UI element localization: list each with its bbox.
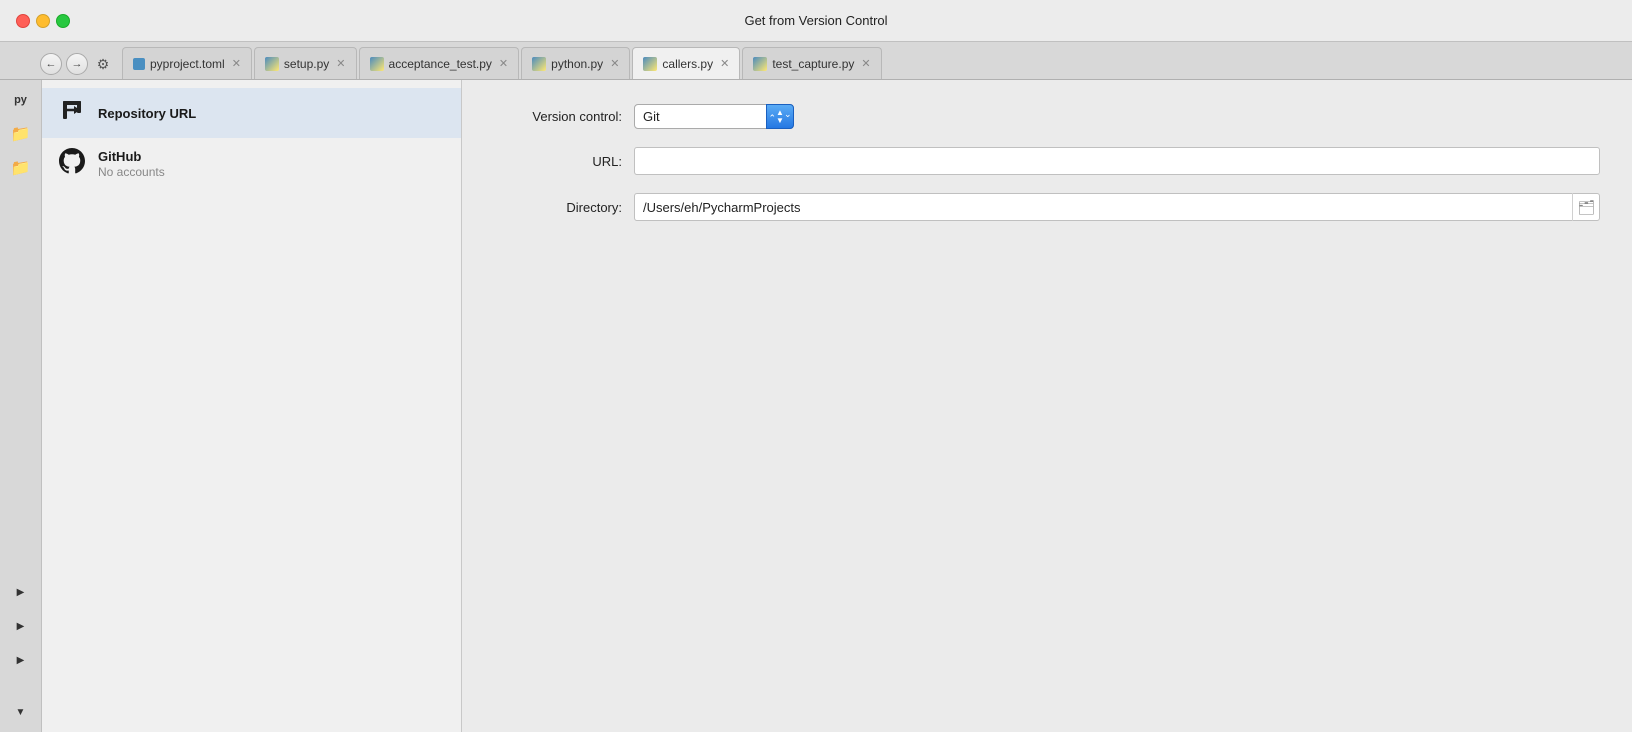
sidebar-item-text-github: GitHub No accounts	[98, 149, 165, 179]
maximize-button[interactable]	[56, 14, 70, 28]
forward-button[interactable]: →	[66, 53, 88, 75]
collapse-arrow[interactable]: ▼	[5, 696, 37, 728]
directory-input[interactable]	[634, 193, 1600, 221]
tab-icon-setup	[265, 57, 279, 71]
sidebar-item-text-repository-url: Repository URL	[98, 106, 196, 121]
tab-close-callers[interactable]: ✕	[720, 57, 729, 70]
sidebar: Repository URL GitHub No accounts	[42, 80, 462, 732]
tab-icon-test-capture	[753, 57, 767, 71]
tab-close-test-capture[interactable]: ✕	[861, 57, 870, 70]
tab-label-acceptance-test: acceptance_test.py	[389, 57, 492, 71]
select-arrows: ▲ ▼	[776, 109, 784, 125]
tab-label-callers: callers.py	[662, 57, 713, 71]
select-arrow-btn[interactable]: ▲ ▼	[766, 104, 794, 129]
tab-icon-callers	[643, 57, 657, 71]
sidebar-item-github[interactable]: GitHub No accounts	[42, 138, 461, 190]
sidebar-item-title-repository-url: Repository URL	[98, 106, 196, 121]
repo-icon	[58, 98, 86, 128]
folder-glyph-1: 📁	[11, 124, 31, 144]
url-row: URL:	[494, 147, 1600, 175]
tab-close-setup[interactable]: ✕	[336, 57, 345, 70]
tab-python[interactable]: python.py ✕	[521, 47, 630, 79]
settings-icon[interactable]: ⚙	[92, 53, 114, 75]
sidebar-item-repository-url[interactable]: Repository URL	[42, 88, 461, 138]
right-arrow-2: ▶	[17, 621, 25, 632]
main-panel: Version control: Git ▲ ▼ URL:	[462, 80, 1632, 732]
directory-row: Directory: 🗂	[494, 193, 1600, 221]
tabs-bar: ← → ⚙ pyproject.toml ✕ setup.py ✕ accept…	[0, 42, 1632, 80]
traffic-lights	[0, 14, 70, 28]
forward-icon: →	[72, 58, 83, 70]
tab-test-capture[interactable]: test_capture.py ✕	[742, 47, 881, 79]
right-arrow-1: ▶	[17, 587, 25, 598]
directory-label: Directory:	[494, 200, 634, 215]
tab-setup[interactable]: setup.py ✕	[254, 47, 357, 79]
tab-icon-python	[532, 57, 546, 71]
directory-browse-button[interactable]: 🗂	[1572, 193, 1600, 221]
folder-icon-2[interactable]: 📁	[5, 152, 37, 184]
tab-label-pyproject: pyproject.toml	[150, 57, 225, 71]
tab-label-test-capture: test_capture.py	[772, 57, 854, 71]
content-area: py 📁 📁 ▶ ▶ ▶ ▼	[0, 80, 1632, 732]
gear-icon: ⚙	[97, 56, 110, 73]
tab-close-python[interactable]: ✕	[610, 57, 619, 70]
minimize-button[interactable]	[36, 14, 50, 28]
window-title: Get from Version Control	[744, 13, 887, 28]
folder-glyph-2: 📁	[11, 158, 31, 178]
tab-icon-acceptance-test	[370, 57, 384, 71]
sidebar-item-subtitle-github: No accounts	[98, 165, 165, 179]
sidebar-item-title-github: GitHub	[98, 149, 165, 164]
folder-icon-1[interactable]: 📁	[5, 118, 37, 150]
title-bar: Get from Version Control	[0, 0, 1632, 42]
py-label: py	[14, 94, 27, 106]
tab-label-python: python.py	[551, 57, 603, 71]
directory-input-wrapper: 🗂	[634, 193, 1600, 221]
back-icon: ←	[46, 58, 57, 70]
left-gutter: py 📁 📁 ▶ ▶ ▶ ▼	[0, 80, 42, 732]
version-control-label: Version control:	[494, 109, 634, 124]
version-control-row: Version control: Git ▲ ▼	[494, 104, 1600, 129]
tab-acceptance-test[interactable]: acceptance_test.py ✕	[359, 47, 520, 79]
github-icon	[58, 148, 86, 180]
tab-icon-pyproject	[133, 58, 145, 70]
right-arrow-3: ▶	[17, 655, 25, 666]
close-button[interactable]	[16, 14, 30, 28]
url-label: URL:	[494, 154, 634, 169]
version-control-select[interactable]: Git ▲ ▼	[634, 104, 794, 129]
tab-close-acceptance-test[interactable]: ✕	[499, 57, 508, 70]
expand-arrow-2[interactable]: ▶	[5, 610, 37, 642]
expand-arrow-1[interactable]: ▶	[5, 576, 37, 608]
back-button[interactable]: ←	[40, 53, 62, 75]
tab-close-pyproject[interactable]: ✕	[232, 57, 241, 70]
down-arrow: ▼	[16, 707, 26, 718]
tab-label-setup: setup.py	[284, 57, 329, 71]
url-input[interactable]	[634, 147, 1600, 175]
left-sidebar-icon[interactable]: py	[5, 84, 37, 116]
tab-pyproject[interactable]: pyproject.toml ✕	[122, 47, 252, 79]
folder-browse-icon: 🗂	[1578, 199, 1596, 216]
expand-arrow-3[interactable]: ▶	[5, 644, 37, 676]
tab-callers[interactable]: callers.py ✕	[632, 47, 740, 79]
